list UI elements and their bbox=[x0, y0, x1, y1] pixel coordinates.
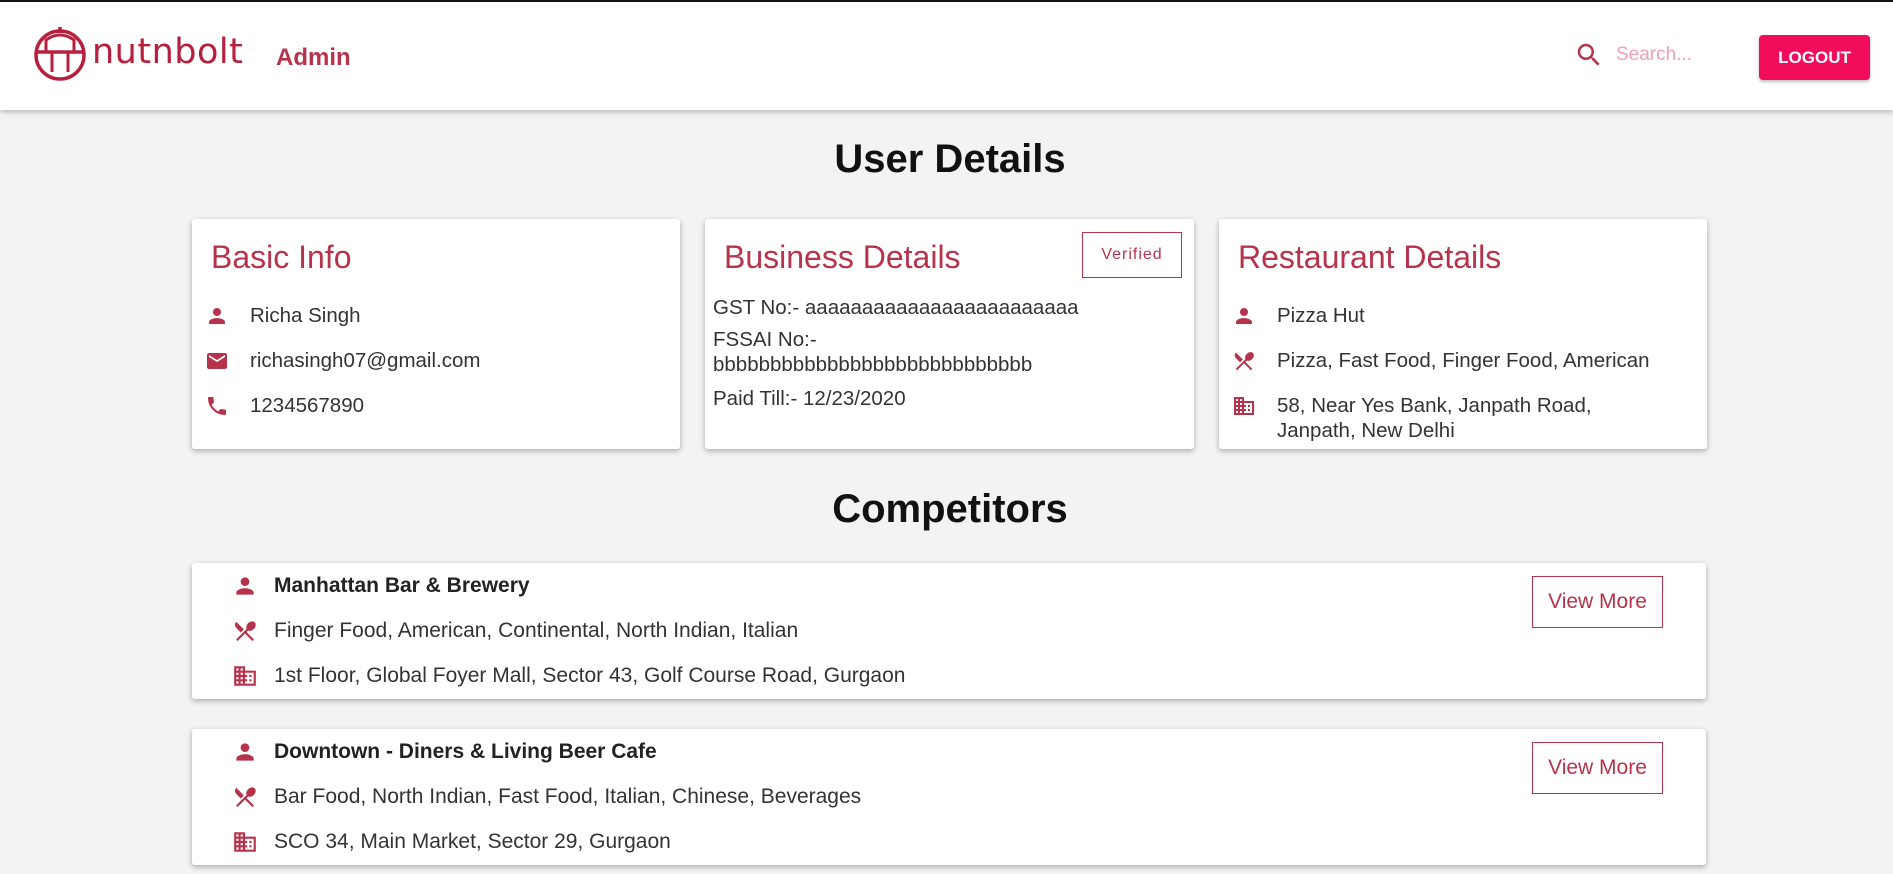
building-icon bbox=[230, 829, 260, 855]
view-more-button[interactable]: View More bbox=[1532, 576, 1663, 628]
user-name: Richa Singh bbox=[250, 304, 361, 327]
search-box[interactable] bbox=[1574, 40, 1741, 70]
competitor-cuisines: Bar Food, North Indian, Fast Food, Itali… bbox=[274, 785, 862, 808]
business-details-title: Business Details bbox=[724, 239, 961, 275]
restaurant-details-card: Restaurant Details Pizza Hut Pizza, Fast… bbox=[1219, 219, 1707, 449]
search-icon bbox=[1577, 43, 1600, 66]
fssai-number: bbbbbbbbbbbbbbbbbbbbbbbbbbbb bbox=[713, 353, 1033, 376]
basic-info-card: Basic Info Richa Singh richasingh07@gmai… bbox=[192, 219, 680, 449]
person-icon bbox=[1227, 303, 1261, 329]
view-more-button[interactable]: View More bbox=[1532, 742, 1663, 794]
paid-till: Paid Till:- 12/23/2020 bbox=[713, 387, 906, 410]
brand-logo[interactable]: nutnbolt bbox=[32, 22, 243, 82]
competitor-address: 1st Floor, Global Foyer Mall, Sector 43,… bbox=[274, 664, 906, 687]
user-email-row: richasingh07@gmail.com bbox=[200, 348, 480, 374]
restaurant-address-row: 58, Near Yes Bank, Janpath Road, Janpath… bbox=[1227, 393, 1592, 443]
cutlery-icon bbox=[1227, 348, 1261, 374]
person-icon bbox=[200, 303, 234, 329]
competitor-address-row: 1st Floor, Global Foyer Mall, Sector 43,… bbox=[230, 663, 905, 689]
restaurant-cuisines-row: Pizza, Fast Food, Finger Food, American bbox=[1227, 348, 1650, 374]
search-input[interactable] bbox=[1616, 44, 1741, 66]
verified-badge-button[interactable]: Verified bbox=[1082, 232, 1182, 278]
user-name-row: Richa Singh bbox=[200, 303, 361, 329]
business-details-card: Business Details Verified GST No:- aaaaa… bbox=[705, 219, 1194, 449]
fssai-label: FSSAI No:- bbox=[713, 328, 817, 351]
user-phone-row: 1234567890 bbox=[200, 393, 364, 419]
cutlery-icon bbox=[230, 618, 260, 644]
user-email: richasingh07@gmail.com bbox=[250, 349, 481, 372]
user-details-title: User Details bbox=[834, 137, 1066, 181]
competitor-address: SCO 34, Main Market, Sector 29, Gurgaon bbox=[274, 830, 671, 853]
restaurant-address-line2: Janpath, New Delhi bbox=[1277, 419, 1455, 442]
logout-button[interactable]: LOGOUT bbox=[1759, 35, 1870, 80]
restaurant-details-title: Restaurant Details bbox=[1238, 239, 1502, 275]
competitor-name: Downtown - Diners & Living Beer Cafe bbox=[274, 740, 657, 763]
person-icon bbox=[230, 739, 260, 765]
brand-name: nutnbolt bbox=[92, 32, 244, 72]
restaurant-name: Pizza Hut bbox=[1277, 304, 1365, 327]
competitor-name: Manhattan Bar & Brewery bbox=[274, 574, 530, 597]
email-icon bbox=[200, 348, 234, 374]
competitor-name-row: Downtown - Diners & Living Beer Cafe bbox=[230, 739, 657, 765]
competitor-card: Manhattan Bar & Brewery Finger Food, Ame… bbox=[192, 563, 1706, 699]
competitor-cuisines: Finger Food, American, Continental, Nort… bbox=[274, 619, 799, 642]
building-icon bbox=[1227, 393, 1261, 419]
brand-logo-icon bbox=[34, 27, 86, 81]
gst-number: GST No:- aaaaaaaaaaaaaaaaaaaaaaaa bbox=[713, 296, 1079, 319]
restaurant-address: 58, Near Yes Bank, Janpath Road, Janpath… bbox=[1277, 393, 1592, 443]
admin-label: Admin bbox=[276, 44, 351, 71]
competitor-card: Downtown - Diners & Living Beer Cafe Bar… bbox=[192, 729, 1706, 865]
app-header: nutnbolt Admin LOGOUT bbox=[0, 2, 1893, 110]
competitor-cuisines-row: Finger Food, American, Continental, Nort… bbox=[230, 618, 798, 644]
competitor-cuisines-row: Bar Food, North Indian, Fast Food, Itali… bbox=[230, 784, 861, 810]
restaurant-name-row: Pizza Hut bbox=[1227, 303, 1365, 329]
competitors-title: Competitors bbox=[832, 487, 1068, 531]
user-phone: 1234567890 bbox=[250, 394, 365, 417]
competitor-name-row: Manhattan Bar & Brewery bbox=[230, 573, 530, 599]
phone-icon bbox=[200, 393, 234, 419]
building-icon bbox=[230, 663, 260, 689]
restaurant-address-line1: 58, Near Yes Bank, Janpath Road, bbox=[1277, 394, 1592, 417]
cutlery-icon bbox=[230, 784, 260, 810]
person-icon bbox=[230, 573, 260, 599]
basic-info-title: Basic Info bbox=[211, 239, 352, 275]
restaurant-cuisines: Pizza, Fast Food, Finger Food, American bbox=[1277, 349, 1650, 372]
competitor-address-row: SCO 34, Main Market, Sector 29, Gurgaon bbox=[230, 829, 671, 855]
